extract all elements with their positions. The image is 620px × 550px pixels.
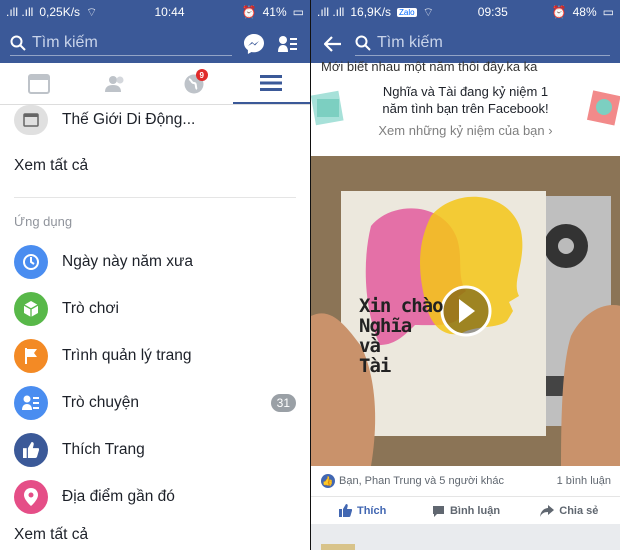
post-text: Mới biết nhau một năm thôi đây.ka ka [321, 59, 538, 74]
zalo-icon: Zalo [397, 7, 417, 17]
video-text: Xin chào Nghĩa và Tài [359, 295, 444, 377]
video-text-line: Xin chào [359, 295, 444, 317]
memory-decoration-icon [311, 90, 344, 126]
back-arrow-icon[interactable] [321, 32, 345, 56]
app-item[interactable]: Trò chơi [0, 285, 310, 332]
page-avatar [14, 105, 48, 135]
tab-news-feed[interactable] [0, 63, 78, 104]
app-item[interactable]: Trò chuyện 31 [0, 379, 310, 426]
search-input[interactable]: Tìm kiếm [355, 32, 610, 56]
contacts-icon [14, 385, 48, 420]
nav-tabs: 9 [0, 63, 310, 105]
battery-icon: ▭ [292, 5, 304, 19]
battery-percent: 41% [262, 5, 287, 19]
notification-badge: 9 [195, 69, 208, 81]
network-speed: 0,25K/s [39, 5, 81, 19]
app-item[interactable]: Trình quản lý trang [0, 332, 310, 379]
thumbs-up-icon [14, 432, 48, 467]
news-feed-icon [27, 73, 50, 94]
app-item-label: Trò chơi [62, 299, 119, 317]
location-pin-icon [14, 479, 48, 514]
unread-count-badge: 31 [270, 393, 296, 412]
share-icon [540, 504, 555, 517]
search-input[interactable]: Tìm kiếm [10, 32, 232, 56]
signal-text: .ıll .ıll [317, 5, 345, 19]
tab-friends[interactable] [78, 63, 156, 104]
left-screen: .ıll .ıll 0,25K/s ⌔ 10:44 ⏰ 41% ▭ Tìm ki… [0, 0, 310, 550]
section-header: Ứng dụng [14, 213, 73, 229]
menu-item-page[interactable]: Thế Giới Di Động... [0, 105, 310, 135]
app-item-label: Địa điểm gần đó [62, 487, 175, 505]
app-item-label: Ngày này năm xưa [62, 252, 193, 270]
post-actions: Thích Bình luận Chia sẻ [311, 496, 620, 524]
wifi-icon: ⌔ [86, 4, 98, 19]
comment-label: Bình luận [449, 504, 501, 517]
network-speed: 16,9K/s [350, 5, 392, 19]
clock-time: 10:44 [154, 5, 185, 19]
search-placeholder: Tìm kiếm [32, 34, 98, 51]
cube-icon [14, 291, 48, 326]
menu-item-page-label: Thế Giới Di Động... [62, 111, 196, 128]
status-bar: .ıll .ıll 0,25K/s ⌔ 10:44 ⏰ 41% ▭ [0, 0, 310, 24]
see-all-link-2[interactable]: Xem tất cả [0, 520, 310, 544]
thumbs-up-icon [338, 504, 352, 517]
chevron-right-icon: › [548, 123, 553, 138]
like-label: Thích [356, 504, 387, 517]
reactions-text: Bạn, Phan Trung và 5 người khác [339, 475, 505, 487]
share-button[interactable]: Chia sẻ [518, 497, 620, 524]
app-list: Ngày này năm xưa Trò chơi Trình quản lý tr… [0, 238, 310, 520]
like-reaction-icon: 👍 [321, 474, 335, 488]
search-icon [10, 35, 26, 51]
top-bar: Tìm kiếm [0, 24, 310, 63]
share-label: Chia sẻ [559, 504, 599, 517]
alarm-icon: ⏰ [551, 5, 567, 19]
tab-notifications[interactable]: 9 [155, 63, 233, 104]
app-item[interactable]: Ngày này năm xưa [0, 238, 310, 285]
comment-button[interactable]: Bình luận [414, 497, 517, 524]
comments-count[interactable]: 1 bình luận [557, 475, 611, 487]
clock-time: 09:35 [477, 5, 508, 19]
battery-percent: 48% [572, 5, 597, 19]
alarm-icon: ⏰ [241, 5, 257, 19]
search-icon [355, 35, 371, 51]
flag-icon [14, 338, 48, 373]
app-item-label: Thích Trang [62, 440, 145, 458]
hamburger-menu-icon [260, 74, 283, 91]
memory-link[interactable]: Xem những kỷ niệm của bạn › [311, 123, 620, 138]
browser-icon [23, 113, 39, 127]
status-bar: .ıll .ıll 16,9K/s Zalo ⌔ 09:35 ⏰ 48% ▭ [311, 0, 620, 24]
see-all-link[interactable]: Xem tất cả [0, 135, 310, 197]
app-item-label: Trò chuyện [62, 393, 139, 411]
clock-icon [14, 244, 48, 279]
friends-icon [105, 75, 124, 92]
search-placeholder: Tìm kiếm [377, 34, 443, 51]
messenger-icon[interactable] [242, 32, 266, 56]
contacts-icon[interactable] [276, 32, 300, 56]
right-screen: .ıll .ıll 16,9K/s Zalo ⌔ 09:35 ⏰ 48% ▭ T… [310, 0, 620, 550]
divider [14, 197, 296, 198]
memory-card: Mới biết nhau một năm thôi đây.ka ka Ngh… [311, 59, 620, 153]
app-item[interactable]: Thích Trang [0, 426, 310, 473]
app-item[interactable]: Địa điểm gần đó [0, 473, 310, 520]
app-item-label: Trình quản lý trang [62, 346, 192, 364]
play-button-icon[interactable] [442, 287, 490, 335]
memory-decoration-icon [586, 90, 620, 126]
next-post-thumbnail [321, 544, 355, 550]
video-text-line: Tài [359, 355, 391, 377]
video-thumbnail[interactable]: Xin chào Nghĩa và Tài [311, 156, 620, 466]
feed-separator [311, 524, 620, 550]
memory-title: Nghĩa và Tài đang kỷ niệm 1 năm tình bạn… [382, 84, 549, 116]
signal-text: .ıll .ıll [6, 5, 34, 19]
comment-icon [432, 505, 444, 517]
video-text-line: và [359, 335, 381, 357]
like-button[interactable]: Thích [311, 497, 414, 524]
tab-menu[interactable] [232, 63, 310, 104]
wifi-icon: ⌔ [422, 4, 434, 19]
reactions-bar[interactable]: 👍 Bạn, Phan Trung và 5 người khác 1 bình… [311, 470, 620, 492]
video-text-line: Nghĩa [359, 315, 412, 337]
top-bar: Tìm kiếm [311, 24, 620, 63]
battery-icon: ▭ [602, 5, 614, 19]
